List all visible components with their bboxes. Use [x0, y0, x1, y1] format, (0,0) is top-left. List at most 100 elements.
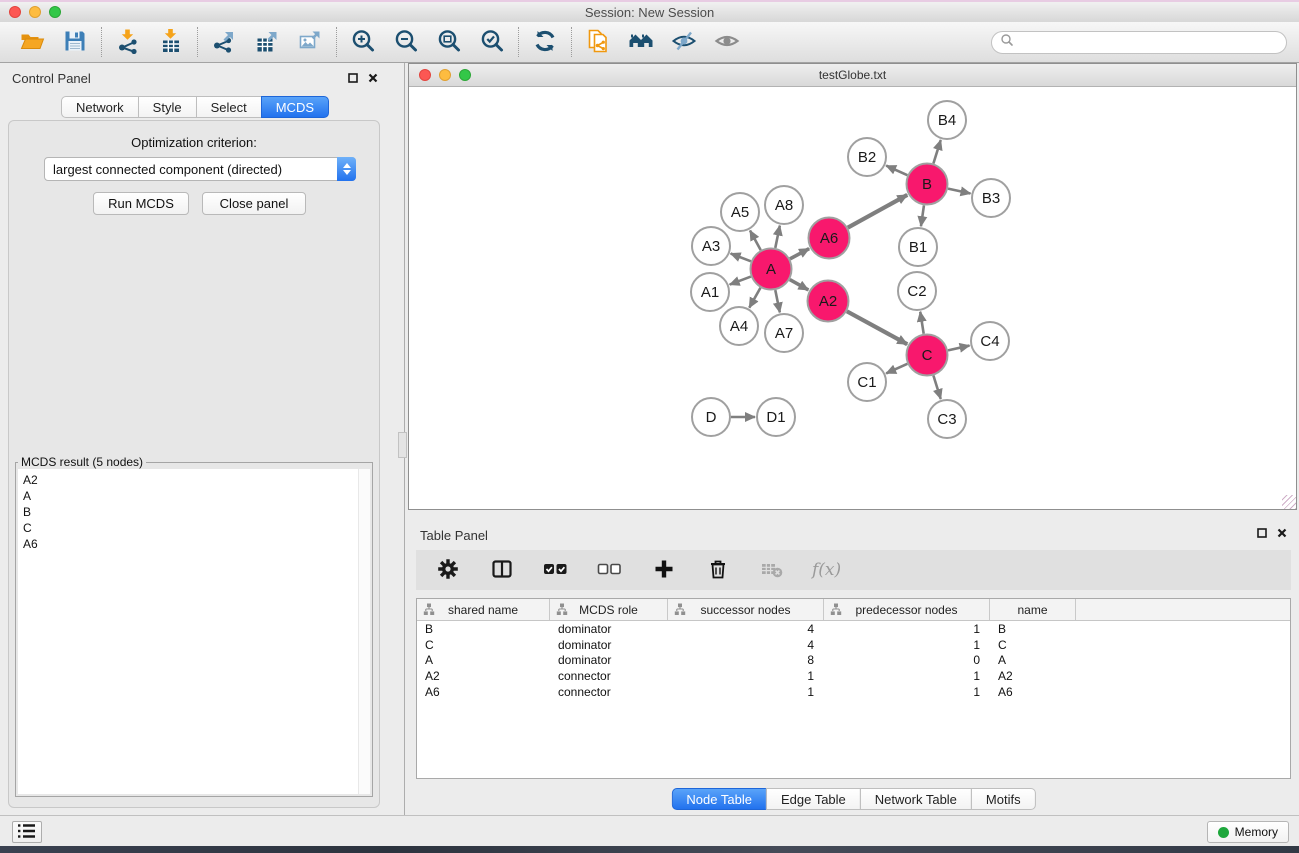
mcds-result-item[interactable]: A6: [18, 536, 370, 552]
task-history-button[interactable]: [12, 821, 42, 843]
export-table-button[interactable]: [252, 27, 282, 57]
zoom-out-button[interactable]: [391, 27, 421, 57]
graph-edge-B-B3[interactable]: [948, 189, 970, 194]
tab-mcds[interactable]: MCDS: [261, 96, 329, 118]
tab-motifs[interactable]: Motifs: [971, 788, 1036, 810]
table-cell[interactable]: A2: [417, 669, 550, 683]
resize-grip[interactable]: [1282, 495, 1296, 509]
graph-node-A5[interactable]: A5: [721, 193, 759, 231]
mcds-result-item[interactable]: A2: [18, 472, 370, 488]
import-table-button[interactable]: [156, 27, 186, 57]
graph-node-A6[interactable]: A6: [809, 218, 850, 259]
table-cell[interactable]: A6: [990, 685, 1076, 699]
table-cell[interactable]: 1: [824, 638, 990, 652]
graph-node-B2[interactable]: B2: [848, 138, 886, 176]
table-cell[interactable]: dominator: [550, 653, 668, 667]
graph-edge-C-C4[interactable]: [948, 346, 970, 351]
table-row[interactable]: Cdominator41C: [417, 637, 1290, 653]
table-cell[interactable]: 4: [668, 638, 824, 652]
tab-network-table[interactable]: Network Table: [860, 788, 972, 810]
graph-edge-B-B2[interactable]: [886, 166, 907, 176]
graph-edge-A-A8[interactable]: [775, 226, 780, 248]
column-header-successor-nodes[interactable]: successor nodes: [668, 599, 824, 620]
tab-select[interactable]: Select: [196, 96, 262, 118]
table-cell[interactable]: dominator: [550, 622, 668, 636]
table-cell[interactable]: A2: [990, 669, 1076, 683]
zoom-fit-button[interactable]: [434, 27, 464, 57]
graph-edge-C-C1[interactable]: [886, 364, 907, 374]
export-network-button[interactable]: [209, 27, 239, 57]
graph-edge-B-B4[interactable]: [933, 140, 940, 163]
graph-edge-A6-B[interactable]: [848, 195, 907, 228]
table-cell[interactable]: A: [417, 653, 550, 667]
graph-edge-A-A2[interactable]: [790, 280, 809, 290]
mcds-result-item[interactable]: A: [18, 488, 370, 504]
show-columns-button[interactable]: [488, 556, 516, 584]
column-header-shared-name[interactable]: shared name: [417, 599, 550, 620]
graph-node-C2[interactable]: C2: [898, 272, 936, 310]
table-cell[interactable]: 1: [668, 685, 824, 699]
network-canvas[interactable]: AA1A2A3A4A5A6A7A8BB1B2B3B4CC1C2C3C4DD1: [409, 87, 1296, 508]
settings-gear-button[interactable]: [434, 556, 462, 584]
tab-network[interactable]: Network: [61, 96, 139, 118]
show-all-button[interactable]: [712, 27, 742, 57]
graph-node-C3[interactable]: C3: [928, 400, 966, 438]
tab-edge-table[interactable]: Edge Table: [766, 788, 861, 810]
open-file-button[interactable]: [17, 27, 47, 57]
deselect-all-checkboxes-button[interactable]: [596, 556, 624, 584]
close-table-panel-icon[interactable]: [1275, 527, 1289, 539]
zoom-selected-button[interactable]: [477, 27, 507, 57]
refresh-button[interactable]: [530, 27, 560, 57]
search-input[interactable]: [1019, 34, 1286, 52]
graph-edge-A-A1[interactable]: [730, 277, 751, 285]
table-cell[interactable]: 4: [668, 622, 824, 636]
graph-edge-A-A4[interactable]: [749, 288, 760, 308]
column-header-predecessor-nodes[interactable]: predecessor nodes: [824, 599, 990, 620]
graph-node-B1[interactable]: B1: [899, 228, 937, 266]
table-cell[interactable]: dominator: [550, 638, 668, 652]
table-row[interactable]: A6connector11A6: [417, 684, 1290, 700]
graph-node-A[interactable]: A: [751, 249, 792, 290]
table-cell[interactable]: C: [417, 638, 550, 652]
table-cell[interactable]: connector: [550, 669, 668, 683]
network-window-titlebar[interactable]: testGlobe.txt: [409, 64, 1296, 87]
tab-style[interactable]: Style: [138, 96, 197, 118]
mcds-result-item[interactable]: C: [18, 520, 370, 536]
table-row[interactable]: Adominator80A: [417, 652, 1290, 668]
table-cell[interactable]: 1: [824, 622, 990, 636]
graph-node-C1[interactable]: C1: [848, 363, 886, 401]
mcds-result-item[interactable]: B: [18, 504, 370, 520]
graph-node-C[interactable]: C: [907, 335, 948, 376]
graph-edge-A-A3[interactable]: [731, 254, 751, 262]
graph-node-B3[interactable]: B3: [972, 179, 1010, 217]
table-cell[interactable]: 1: [824, 669, 990, 683]
graph-node-A3[interactable]: A3: [692, 227, 730, 265]
graph-edge-A-A5[interactable]: [750, 230, 761, 250]
duplicate-network-button[interactable]: [583, 27, 613, 57]
graph-edge-C-C2[interactable]: [920, 312, 923, 334]
table-cell[interactable]: 1: [824, 685, 990, 699]
graph-node-A8[interactable]: A8: [765, 186, 803, 224]
table-cell[interactable]: B: [990, 622, 1076, 636]
graph-node-D[interactable]: D: [692, 398, 730, 436]
graph-edge-A-A7[interactable]: [775, 290, 780, 312]
table-cell[interactable]: 1: [668, 669, 824, 683]
table-cell[interactable]: B: [417, 622, 550, 636]
column-header-name[interactable]: name: [990, 599, 1076, 620]
float-table-panel-icon[interactable]: [1255, 527, 1269, 539]
home-button[interactable]: [626, 27, 656, 57]
table-row[interactable]: Bdominator41B: [417, 621, 1290, 637]
table-row[interactable]: A2connector11A2: [417, 668, 1290, 684]
graph-edge-B-B1[interactable]: [921, 205, 924, 226]
float-panel-icon[interactable]: [346, 72, 360, 84]
select-all-checkboxes-button[interactable]: [542, 556, 570, 584]
save-session-button[interactable]: [60, 27, 90, 57]
table-cell[interactable]: connector: [550, 685, 668, 699]
table-cell[interactable]: 0: [824, 653, 990, 667]
graph-edge-A-A6[interactable]: [790, 249, 809, 259]
optimization-criterion-select[interactable]: largest connected component (directed): [44, 157, 356, 181]
delete-row-button[interactable]: [704, 556, 732, 584]
graph-node-A2[interactable]: A2: [808, 281, 849, 322]
run-mcds-button[interactable]: Run MCDS: [93, 192, 189, 215]
result-scrollbar[interactable]: [358, 469, 370, 794]
